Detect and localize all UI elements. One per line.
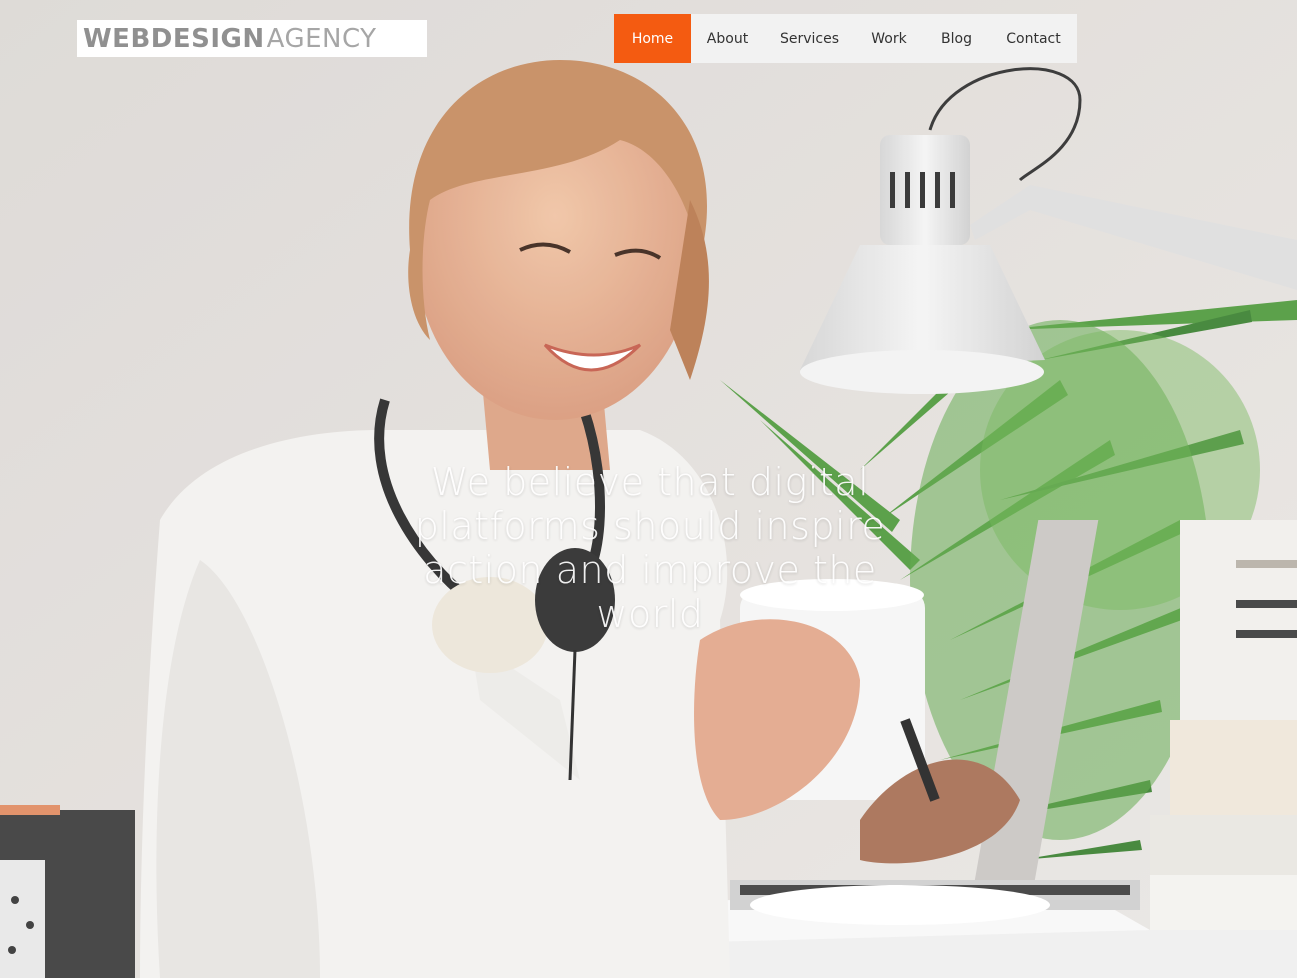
nav-item-about[interactable]: About	[691, 14, 764, 63]
site-logo[interactable]: WEBDESIGN AGENCY	[77, 20, 427, 57]
nav-item-contact[interactable]: Contact	[990, 14, 1077, 63]
main-navigation: Home About Services Work Blog Contact	[614, 14, 1077, 63]
nav-item-home[interactable]: Home	[614, 14, 691, 63]
nav-item-blog[interactable]: Blog	[923, 14, 990, 63]
logo-text-secondary: AGENCY	[266, 23, 377, 54]
logo-text-primary: WEBDESIGN	[83, 23, 265, 54]
nav-item-services[interactable]: Services	[764, 14, 855, 63]
hero-headline: We believe that digital platforms should…	[414, 460, 886, 636]
nav-item-work[interactable]: Work	[855, 14, 923, 63]
